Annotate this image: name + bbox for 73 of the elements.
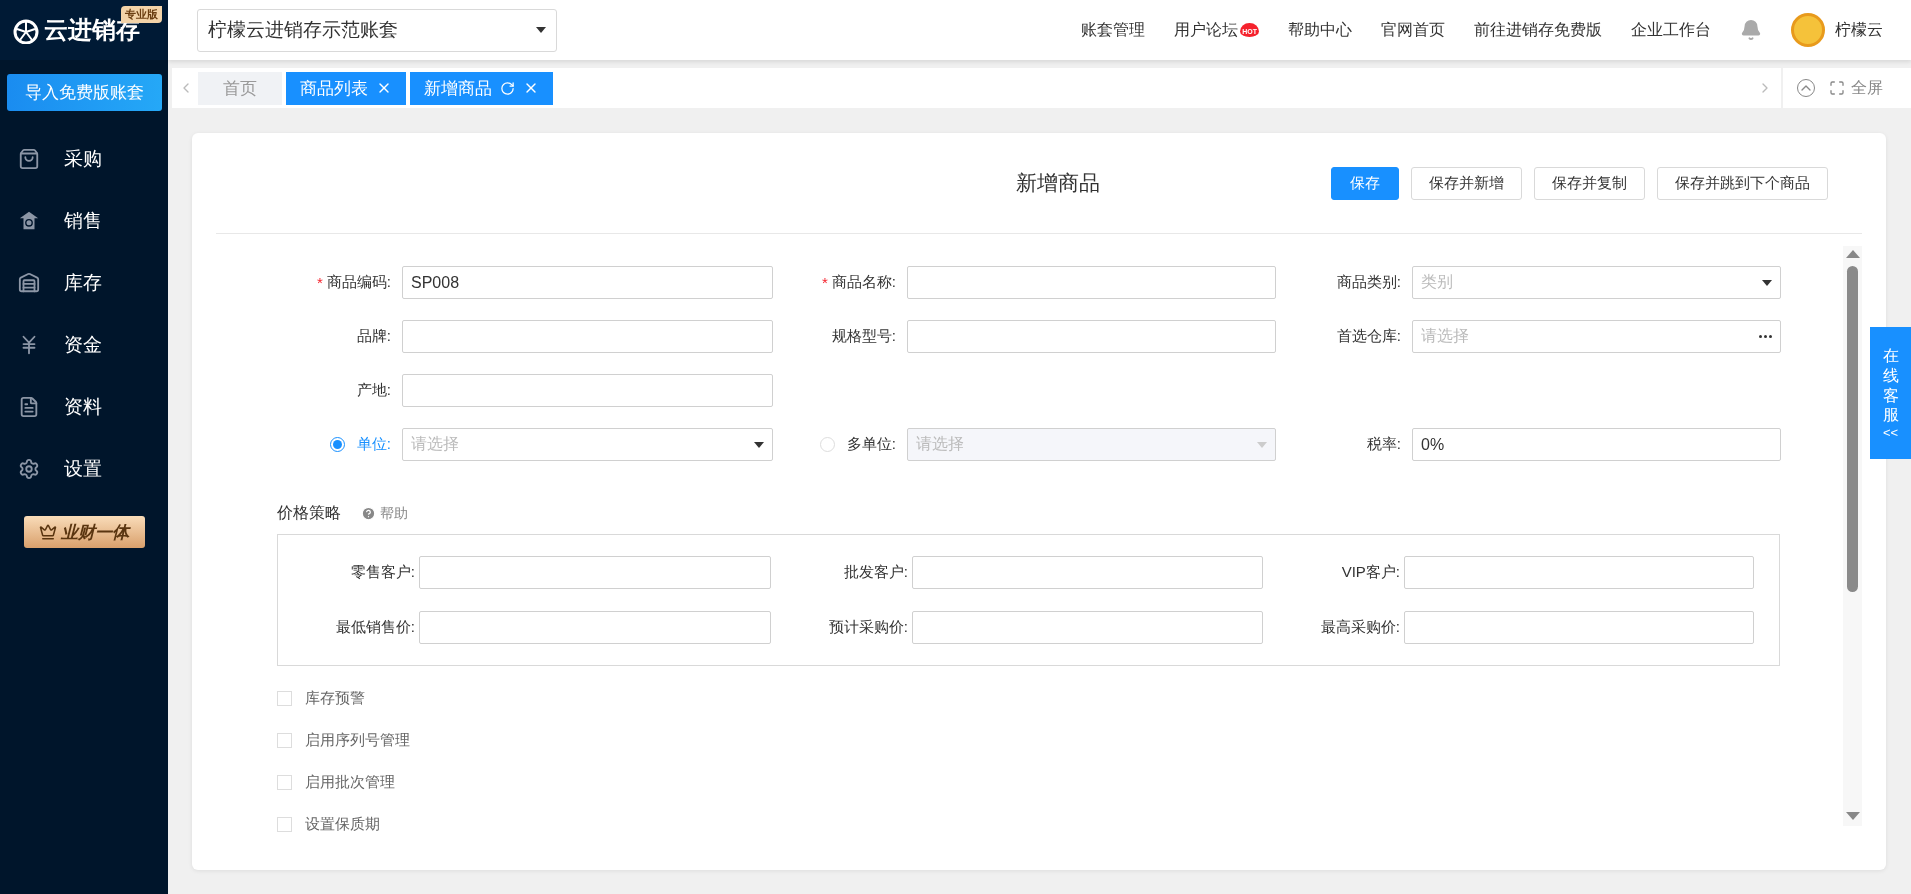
field-label: * 商品名称: [821,272,897,293]
input-field[interactable] [419,556,771,589]
scrollbar[interactable] [1843,246,1862,826]
refresh-icon[interactable] [500,80,515,96]
checkbox[interactable] [277,816,292,832]
document-icon [18,396,40,418]
promo-badge[interactable]: 业财一体 [23,516,145,548]
sidebar-item[interactable]: 销售 [0,190,168,252]
sidebar-item[interactable]: 资料 [0,376,168,438]
input-field[interactable] [419,611,771,644]
sidebar-item[interactable]: 资金 [0,314,168,376]
bag-icon [18,148,40,170]
warehouse-icon [18,272,40,294]
sidebar-item[interactable]: 库存 [0,252,168,314]
input-field[interactable]: 0% [1412,428,1781,461]
field-label: 预计采购价: [827,617,909,637]
nav-link[interactable]: 官网首页 [1381,19,1445,41]
caret-icon [1257,441,1267,448]
input-field[interactable] [912,611,1263,644]
field-label: 税率: [1365,434,1402,454]
more-icon [1759,335,1772,338]
settings-icon [18,458,40,480]
input-field[interactable] [907,266,1276,299]
input-field[interactable] [1404,556,1754,589]
nav-link[interactable]: 企业工作台 [1631,19,1711,41]
action-button[interactable]: 保存并复制 [1534,166,1645,200]
checkbox-label[interactable]: 启用序列号管理 [305,730,410,750]
caret-icon [536,27,546,33]
field-label: 商品类别: [1335,272,1402,292]
input-field[interactable] [402,374,773,407]
user-name[interactable]: 柠檬云 [1835,19,1883,41]
field-label: VIP客户: [1340,562,1401,582]
nav-link[interactable]: 前往进销存免费版 [1474,19,1602,41]
checkbox-label[interactable]: 设置保质期 [305,814,380,834]
fullscreen-button[interactable]: 全屏 [1829,77,1883,99]
field-label: 最高采购价: [1319,617,1401,637]
required-mark: * [822,274,828,291]
crown-icon [39,523,57,541]
field-label: * 商品编码: [316,272,392,293]
field-label: 首选仓库: [1335,326,1402,346]
checkbox-label[interactable]: 启用批次管理 [305,772,395,792]
checkbox-label[interactable]: 库存预警 [305,688,365,708]
action-button[interactable]: 保存并新增 [1411,166,1522,200]
section-title: 价格策略 [277,503,341,523]
sidebar-item[interactable]: 设置 [0,438,168,500]
help-icon [361,506,376,521]
form-title: 新增商品 [1016,170,1100,196]
input-field[interactable] [402,320,773,353]
caret-icon [1762,279,1772,286]
input-field[interactable] [1404,611,1754,644]
input-field[interactable] [907,320,1276,353]
field-label: 最低销售价: [334,617,416,637]
avatar[interactable] [1791,13,1825,47]
checkbox[interactable] [277,732,292,748]
nav-link[interactable]: 帮助中心 [1288,19,1352,41]
fullscreen-icon [1829,80,1845,96]
help-link[interactable]: 帮助 [361,504,408,523]
input-field[interactable] [912,556,1263,589]
checkbox[interactable] [277,690,292,706]
account-select[interactable]: 柠檬云进销存示范账套 [197,8,557,52]
required-mark: * [317,274,323,291]
checkbox[interactable] [277,774,292,790]
nav-link[interactable]: 账套管理 [1081,19,1146,41]
input-field[interactable]: SP008 [402,266,773,299]
action-button[interactable]: 保存并跳到下个商品 [1657,166,1828,200]
field-label: 零售客户: [349,562,416,582]
field-label: 产地: [355,380,392,400]
sidebar-item[interactable]: 采购 [0,128,168,190]
caret-icon [754,441,764,448]
field-label: 品牌: [355,326,392,346]
field-label: 规格型号: [830,326,897,346]
bell-icon[interactable] [1740,19,1762,41]
field-label: 批发客户: [842,562,909,582]
